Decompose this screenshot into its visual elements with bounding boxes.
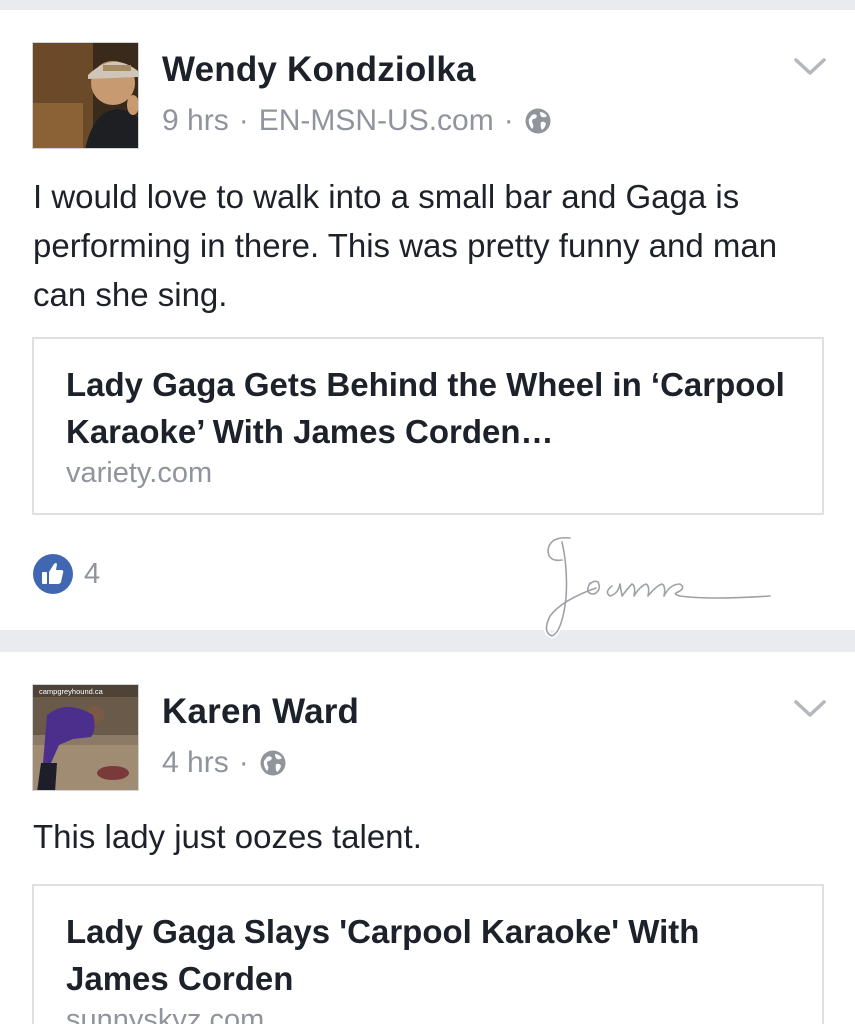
chevron-down-icon[interactable] — [793, 698, 827, 720]
thumbs-up-icon — [33, 554, 73, 594]
chevron-down-icon[interactable] — [793, 56, 827, 78]
link-title[interactable]: Lady Gaga Gets Behind the Wheel in ‘Carp… — [66, 361, 790, 455]
post-text: This lady just oozes talent. — [33, 818, 422, 855]
reactions-summary[interactable]: 4 — [32, 553, 100, 595]
post-author[interactable]: Karen Ward — [162, 692, 359, 732]
post-meta: 9 hrs · EN-MSN-US.com · — [162, 104, 552, 138]
avatar-watermark: campgreyhound.ca — [39, 687, 104, 696]
link-preview-card[interactable]: Lady Gaga Slays 'Carpool Karaoke' With J… — [32, 884, 824, 1024]
news-feed: Wendy Kondziolka 9 hrs · EN-MSN-US.com ·… — [0, 0, 855, 1024]
globe-icon — [524, 107, 552, 135]
globe-icon — [259, 749, 287, 777]
post-card: Wendy Kondziolka 9 hrs · EN-MSN-US.com ·… — [0, 10, 855, 639]
meta-separator: · — [238, 746, 249, 779]
meta-separator: · — [238, 104, 249, 137]
link-domain: variety.com — [66, 457, 213, 489]
post-meta: 4 hrs · — [162, 746, 287, 780]
link-preview-card[interactable]: Lady Gaga Gets Behind the Wheel in ‘Carp… — [32, 337, 824, 515]
post-via[interactable]: EN-MSN-US.com — [259, 104, 494, 138]
profile-photo: campgreyhound.ca — [33, 685, 138, 790]
post-author[interactable]: Wendy Kondziolka — [162, 50, 476, 90]
post-card: campgreyhound.ca Karen Ward 4 hrs · This… — [0, 652, 855, 1024]
joanne-signature — [544, 535, 773, 639]
link-title[interactable]: Lady Gaga Slays 'Carpool Karaoke' With J… — [66, 908, 790, 1002]
profile-photo — [33, 43, 138, 148]
post-time[interactable]: 9 hrs — [162, 104, 229, 138]
link-domain: sunnyskyz.com — [66, 1004, 265, 1024]
post-text: I would love to walk into a small bar an… — [33, 178, 778, 313]
avatar[interactable] — [32, 42, 139, 149]
post-time[interactable]: 4 hrs — [162, 746, 229, 780]
like-count: 4 — [84, 557, 101, 590]
meta-separator: · — [503, 104, 514, 137]
avatar[interactable]: campgreyhound.ca — [32, 684, 139, 791]
